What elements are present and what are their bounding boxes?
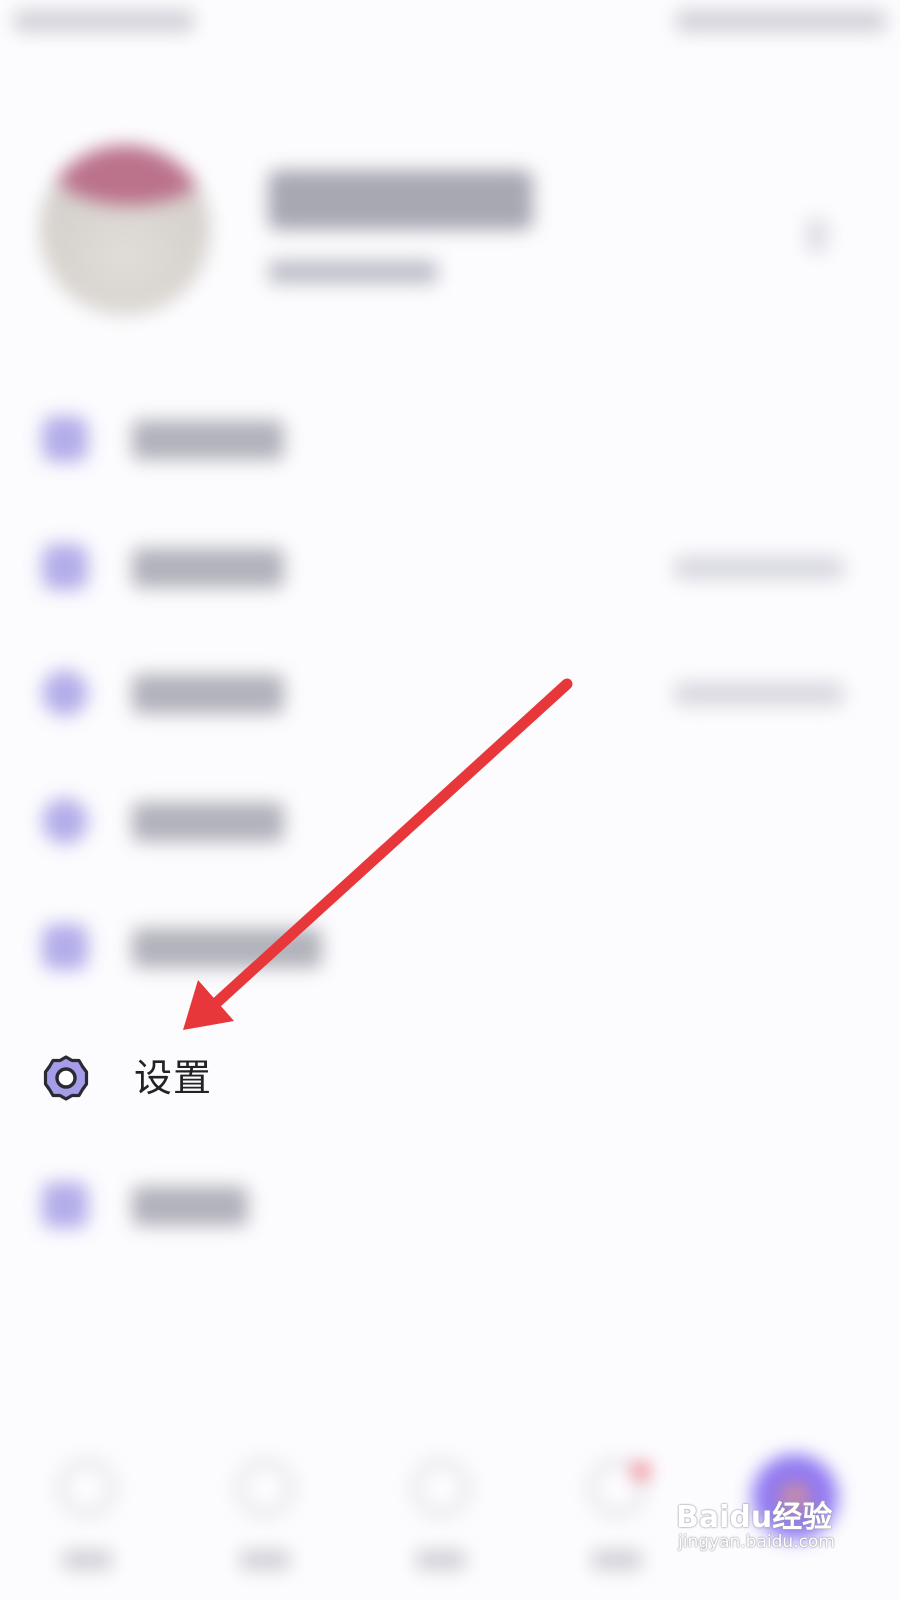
nav-tab-4[interactable]	[562, 1460, 672, 1590]
nav-tab-3-icon	[413, 1460, 469, 1516]
menu-item-4-icon	[42, 798, 88, 844]
menu-item-settings[interactable]: 设置	[0, 1038, 900, 1118]
menu-item-1-icon	[42, 416, 88, 462]
menu-item-4-label	[132, 802, 284, 842]
nav-tab-2-label	[240, 1550, 290, 1570]
gear-icon	[42, 1054, 90, 1102]
menu-item-5-icon	[42, 924, 88, 970]
menu-item-1[interactable]	[0, 398, 900, 478]
menu-item-5-label	[132, 928, 322, 968]
profile-header[interactable]	[0, 140, 900, 330]
profile-name	[268, 170, 533, 230]
profile-id	[268, 260, 438, 284]
menu-item-4[interactable]	[0, 780, 900, 860]
watermark-url: jingyan.baidu.com	[678, 1532, 835, 1552]
status-bar	[0, 0, 900, 50]
avatar[interactable]	[40, 145, 210, 315]
baidu-watermark: Baidu经验 jingyan.baidu.com	[676, 1492, 886, 1572]
menu-item-1-label	[132, 420, 284, 460]
menu-item-7-label	[132, 1186, 248, 1226]
menu-item-3-icon	[42, 670, 88, 716]
chevron-right-icon[interactable]	[806, 218, 828, 252]
nav-tab-2[interactable]	[210, 1460, 320, 1590]
nav-tab-3[interactable]	[386, 1460, 496, 1590]
menu-item-7-icon	[42, 1182, 88, 1228]
nav-tab-3-label	[416, 1550, 466, 1570]
menu-item-2[interactable]	[0, 526, 900, 606]
menu-item-3-label	[132, 674, 284, 714]
menu-item-3-value	[674, 682, 844, 706]
nav-tab-1[interactable]	[32, 1460, 142, 1590]
arrow-head	[183, 980, 234, 1030]
status-bar-time	[14, 10, 194, 32]
nav-tab-2-icon	[237, 1460, 293, 1516]
watermark-brand: Baidu经验	[676, 1500, 833, 1535]
status-bar-indicators	[676, 10, 886, 32]
menu-item-2-icon	[42, 544, 88, 590]
nav-tab-4-label	[592, 1550, 642, 1570]
menu-item-5[interactable]	[0, 906, 900, 986]
menu-item-2-label	[132, 548, 284, 588]
menu-item-2-value	[674, 556, 844, 580]
nav-tab-1-icon	[59, 1460, 115, 1516]
menu-item-3[interactable]	[0, 652, 900, 732]
notification-badge	[632, 1462, 650, 1480]
menu-item-7[interactable]	[0, 1164, 900, 1244]
nav-tab-1-label	[62, 1550, 112, 1570]
menu-item-settings-label: 设置	[134, 1056, 213, 1100]
